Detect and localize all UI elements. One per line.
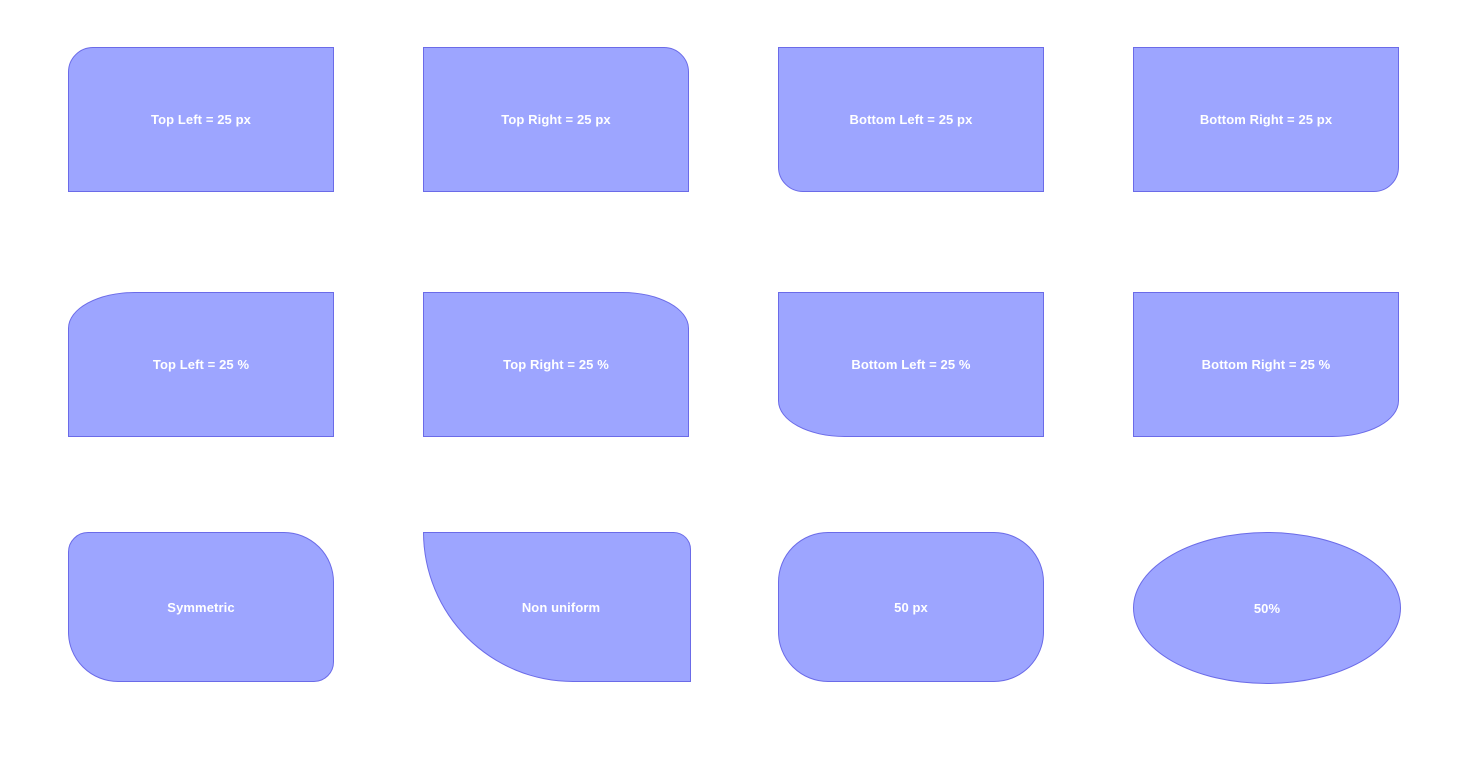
shape-showcase-canvas: Top Left = 25 px Top Right = 25 px Botto… [0, 0, 1462, 737]
shape-label: Non uniform [521, 599, 601, 615]
shape-label: Top Left = 25 % [152, 357, 250, 372]
shape-cell: 50 px [778, 532, 1133, 784]
shape-label: Bottom Left = 25 px [849, 112, 973, 127]
shape-cell: Top Left = 25 % [68, 292, 423, 532]
shape-label: Bottom Right = 25 px [1199, 112, 1333, 127]
shape-cell: Non uniform [423, 532, 778, 784]
shape-bottom-left-25px[interactable]: Bottom Left = 25 px [778, 47, 1044, 192]
shape-label: Top Right = 25 px [501, 112, 611, 127]
shape-bottom-right-25px[interactable]: Bottom Right = 25 px [1133, 47, 1399, 192]
shape-top-left-25pct[interactable]: Top Left = 25 % [68, 292, 334, 437]
shape-cell: Symmetric [68, 532, 423, 784]
shape-label: Bottom Left = 25 % [851, 357, 971, 372]
shape-label: Top Right = 25 % [503, 357, 609, 372]
shape-symmetric[interactable]: Symmetric [68, 532, 334, 682]
shape-label: Symmetric [167, 599, 235, 615]
shape-non-uniform[interactable]: Non uniform [423, 532, 691, 682]
shape-label: 50 px [894, 599, 928, 615]
shape-cell: Top Right = 25 % [423, 292, 778, 532]
shape-top-left-25px[interactable]: Top Left = 25 px [68, 47, 334, 192]
shape-cell: Bottom Right = 25 px [1133, 47, 1462, 292]
shape-bottom-left-25pct[interactable]: Bottom Left = 25 % [778, 292, 1044, 437]
shape-stadium-50px[interactable]: 50 px [778, 532, 1044, 682]
shape-label: 50% [1253, 600, 1281, 616]
shape-label: Top Left = 25 px [151, 112, 251, 127]
shape-grid: Top Left = 25 px Top Right = 25 px Botto… [0, 0, 1462, 737]
shape-top-right-25pct[interactable]: Top Right = 25 % [423, 292, 689, 437]
shape-label: Bottom Right = 25 % [1201, 357, 1331, 372]
shape-cell: Top Right = 25 px [423, 47, 778, 292]
shape-cell: Bottom Left = 25 % [778, 292, 1133, 532]
shape-cell: 50% [1133, 532, 1462, 784]
shape-cell: Bottom Left = 25 px [778, 47, 1133, 292]
shape-bottom-right-25pct[interactable]: Bottom Right = 25 % [1133, 292, 1399, 437]
shape-cell: Bottom Right = 25 % [1133, 292, 1462, 532]
shape-cell: Top Left = 25 px [68, 47, 423, 292]
shape-top-right-25px[interactable]: Top Right = 25 px [423, 47, 689, 192]
shape-ellipse-50pct[interactable]: 50% [1133, 532, 1401, 684]
